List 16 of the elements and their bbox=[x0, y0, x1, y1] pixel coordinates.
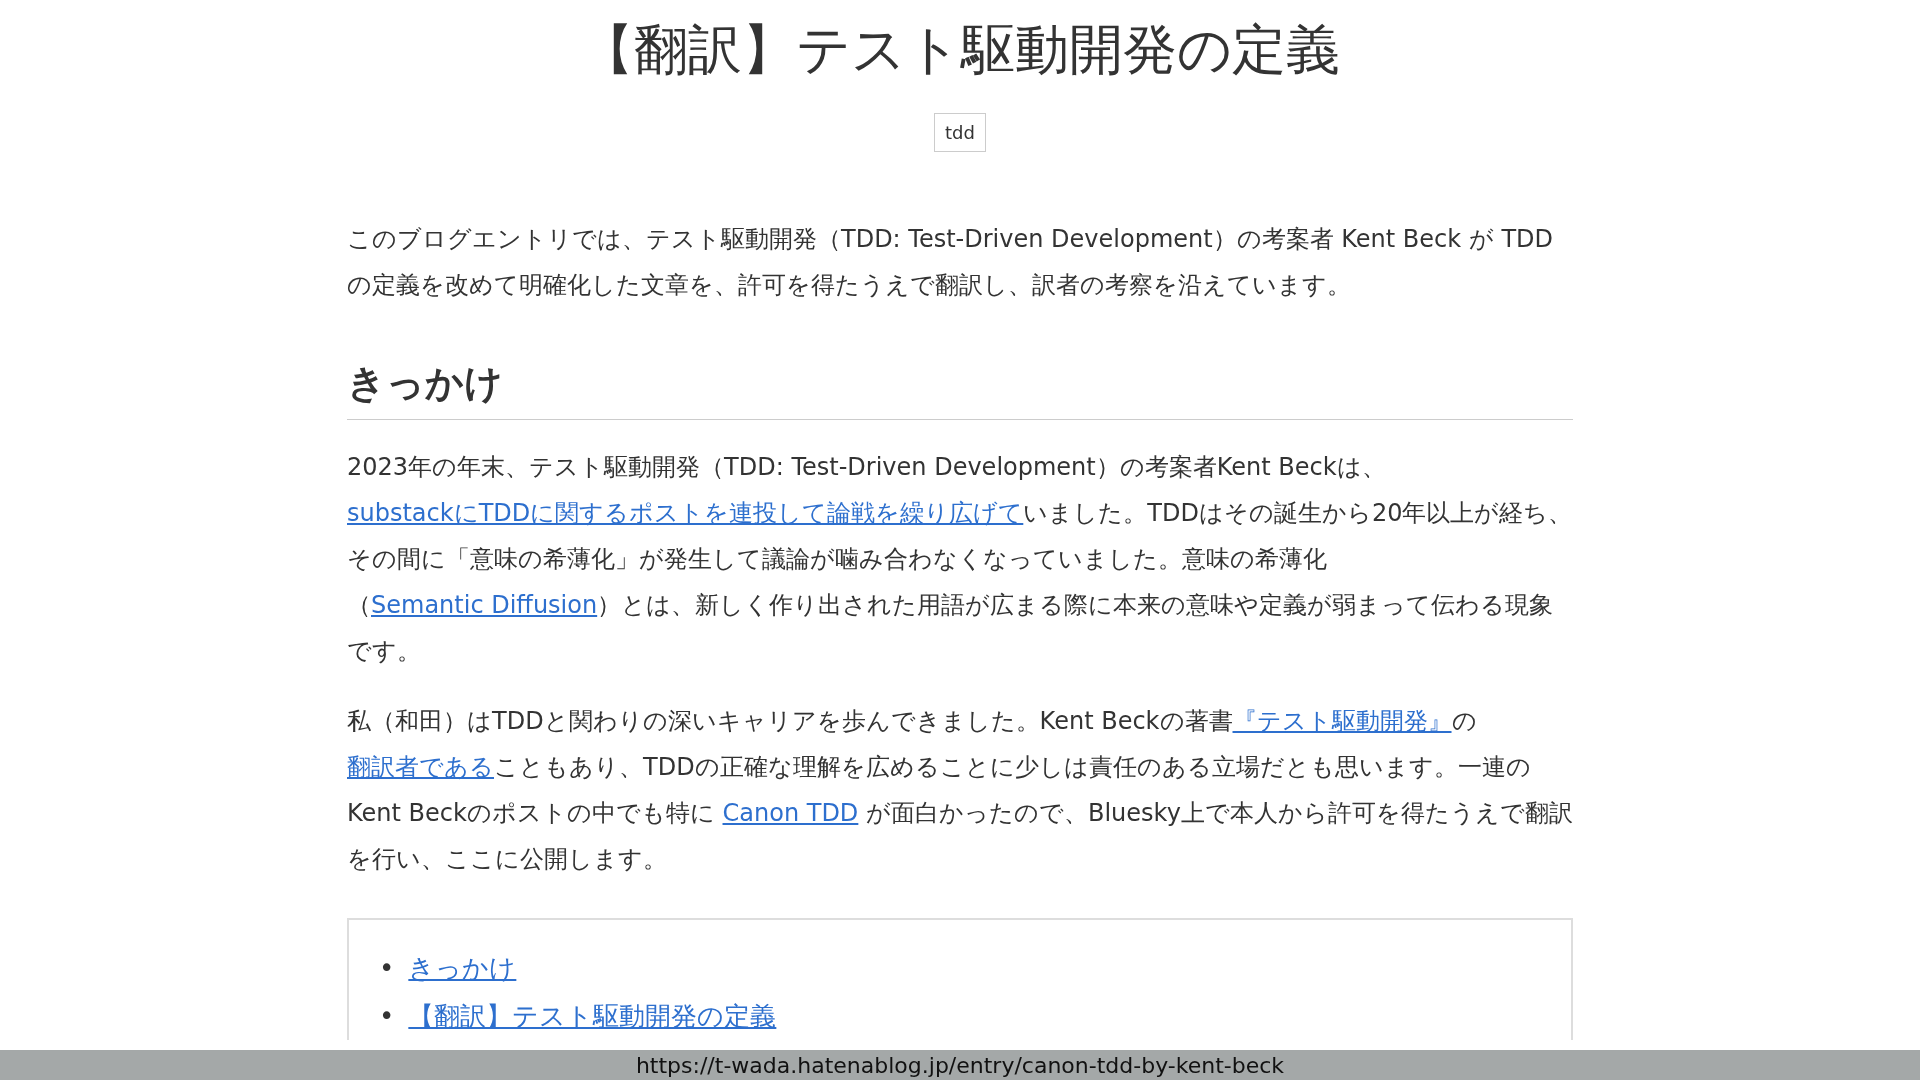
paragraph: 2023年の年末、テスト駆動開発（TDD: Test-Driven Development）の考案者Kent Beckは、 substackにTDDに関するポストを連投して論戦を繰り広げて いました。TDDはその誕生から20年以上が経ち、その間に「意味の希薄化」が発生して議論が噛み合わなくなっていました。意味の希薄化（Semantic Diffusion）とは、新しく作り出された用語が広まる際に本来の意味や定義が弱まって伝わる現象です。 bbox=[347, 452, 1573, 667]
paragraph: 私（和田）はTDDと関わりの深いキャリアを歩んできました。Kent Beckの著書『テスト駆動開発』の 翻訳者である こともあり、TDDの正確な理解を広めることに少しは責任のある立場だとも思います。一連のKent Beckのポストの中でも特に Canon TDD が面白かったので、Bluesky上で本人から許可を得たうえで翻訳を行い、ここに公開します。 bbox=[347, 706, 1573, 875]
url-text: https://t-wada.hatenablog.jp/entry/canon-tdd-by-kent-beck bbox=[635, 1052, 1285, 1078]
text-link[interactable]: Canon TDD bbox=[722, 799, 859, 827]
tag-label[interactable]: tdd bbox=[934, 113, 986, 152]
toc-link[interactable]: きっかけ bbox=[408, 944, 517, 992]
text-link[interactable]: 翻訳者である bbox=[347, 753, 494, 781]
paragraph: このブログエントリでは、テスト駆動開発（TDD: Test-Driven Development）の考案者 Kent Beck が TDD の定義を改めて明確化した文章を、許可を得たうえで翻訳し、訳者の考察を沿えています。 bbox=[347, 224, 1555, 301]
text-link[interactable]: substackにTDDに関するポストを連投して論戦を繰り広げて bbox=[347, 499, 1024, 527]
text-link[interactable]: Semantic Diffusion bbox=[371, 591, 598, 619]
toc-link[interactable]: 【翻訳】テスト駆動開発の定義 bbox=[408, 992, 777, 1040]
section-heading: きっかけ bbox=[347, 358, 1573, 420]
text-link[interactable]: 『テスト駆動開発』 bbox=[1232, 707, 1452, 735]
bullet-marker: • bbox=[379, 1000, 395, 1033]
article-title: 【翻訳】テスト駆動開発の定義 bbox=[579, 17, 1341, 83]
bullet-marker: • bbox=[379, 952, 395, 985]
